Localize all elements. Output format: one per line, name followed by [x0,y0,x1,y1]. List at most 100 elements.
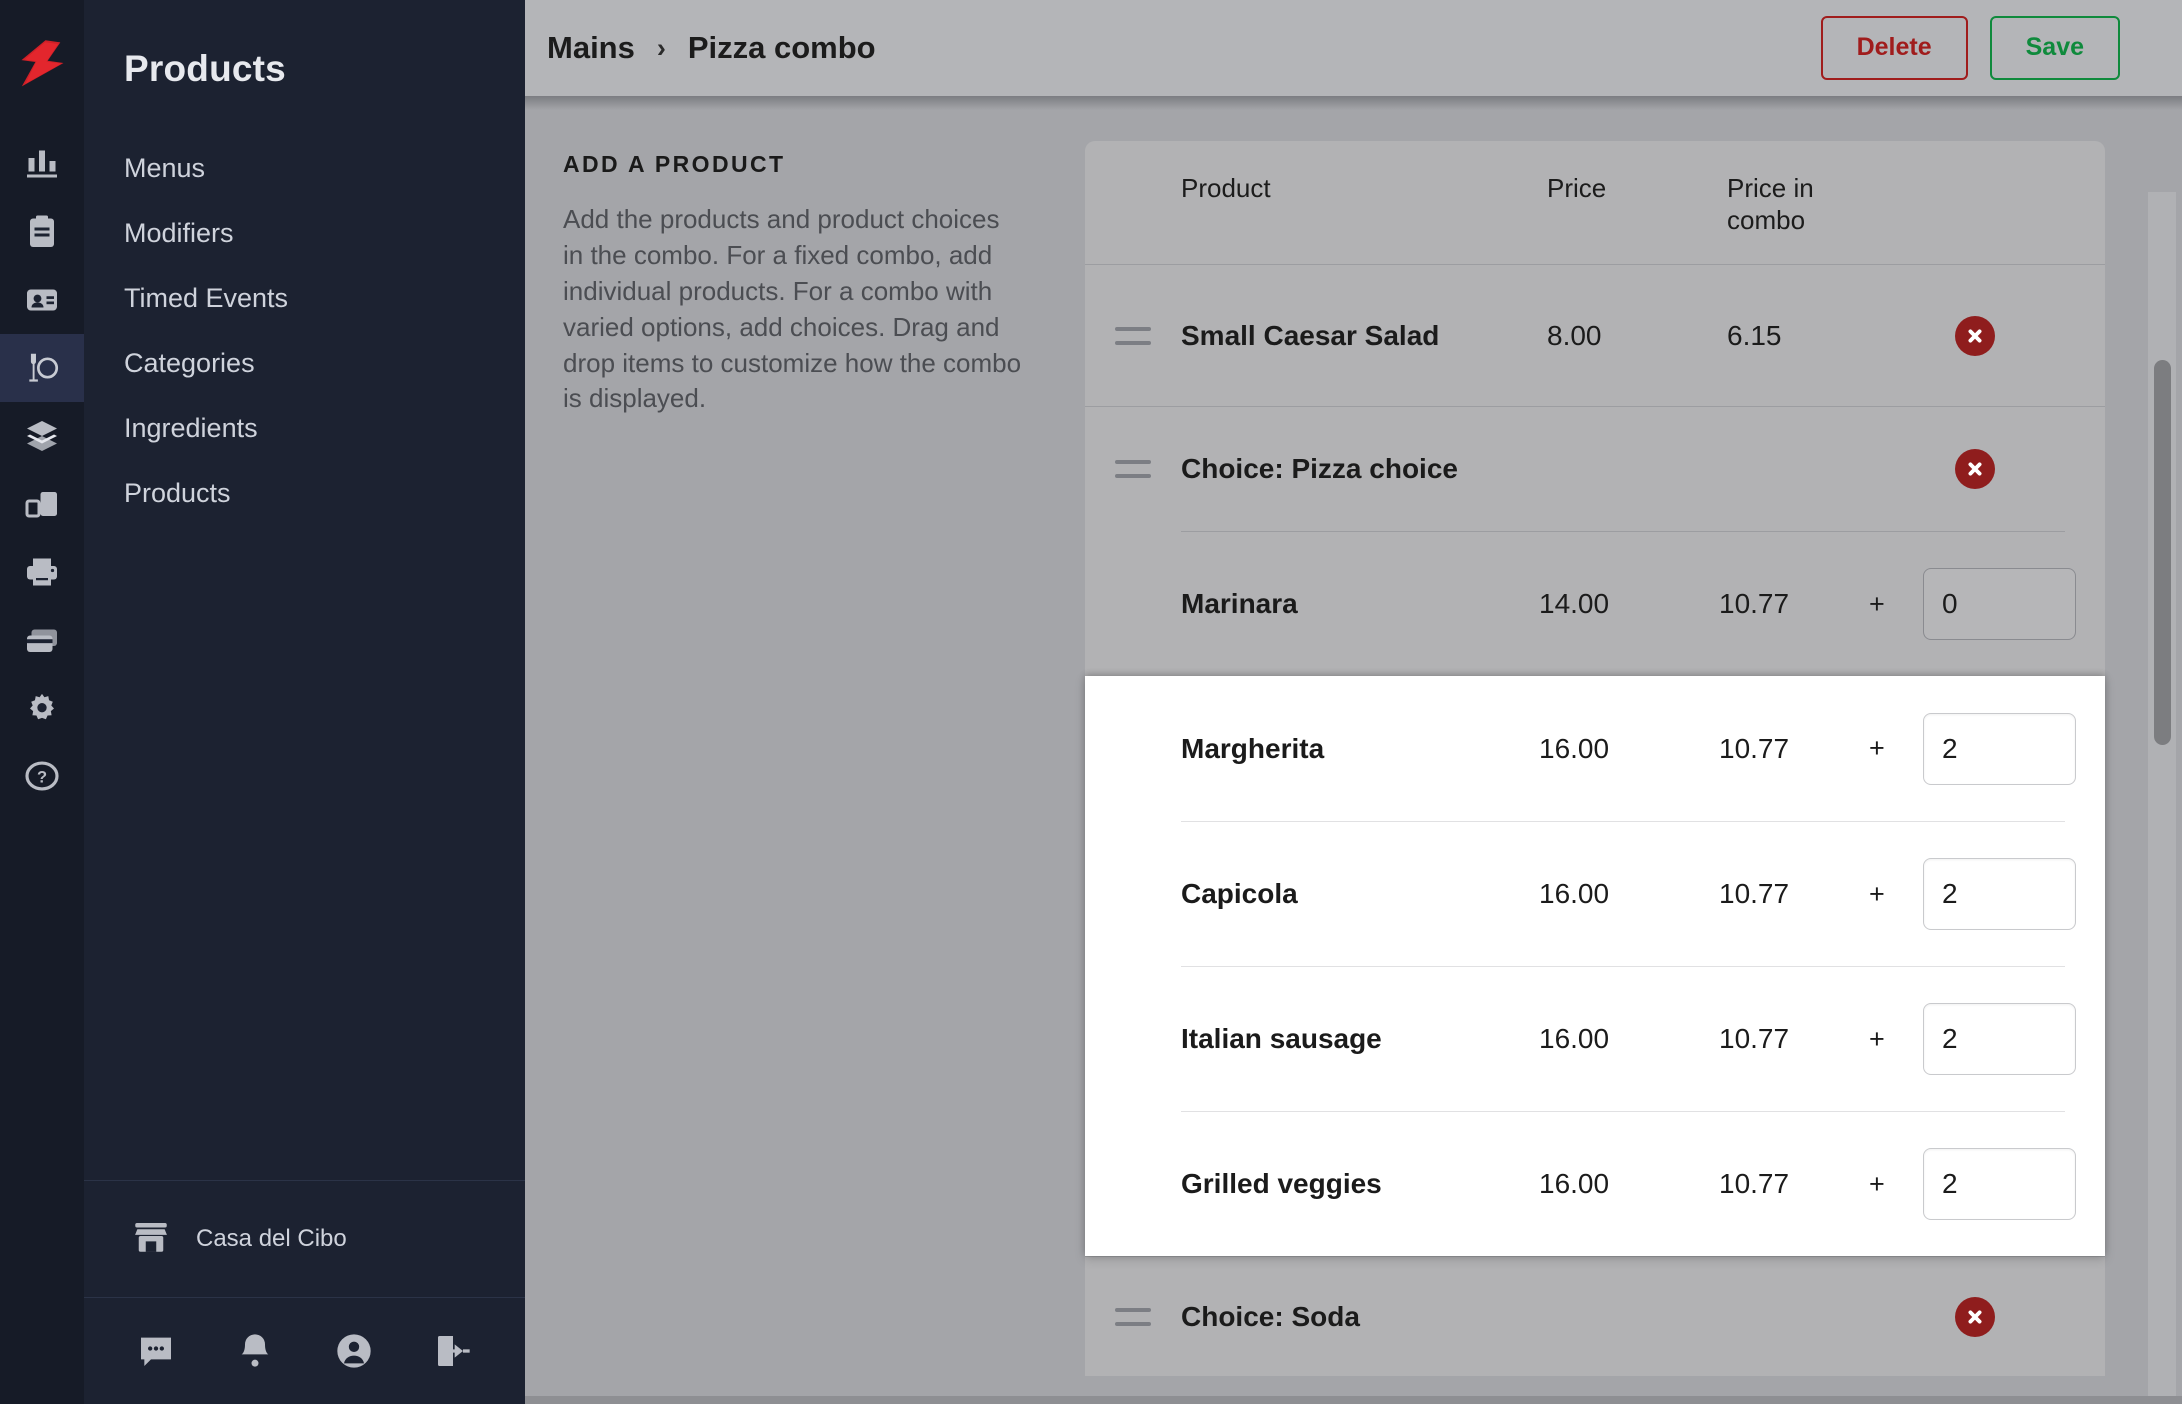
sidebar-title: Products [124,48,286,89]
rail-item-orders[interactable] [0,198,84,266]
option-name: Grilled veggies [1181,1168,1382,1200]
choice-title: Choice: Pizza choice [1181,453,1458,485]
sidebar-footer [84,1297,525,1404]
list-item[interactable]: Capicola 16.00 10.77 + [1181,821,2076,966]
plus-sign: + [1869,878,1885,909]
header-product: Product [1181,173,1271,203]
drag-handle-icon[interactable] [1085,1307,1181,1326]
content-area: ADD A PRODUCT Add the products and produ… [525,96,2182,1404]
row-actions [1931,315,2105,356]
sidebar-nav: Menus Modifiers Timed Events Categories … [84,136,525,526]
sidebar-item-menus[interactable]: Menus [84,136,525,201]
app-window: ? Products Menus Modifiers Timed Events … [0,0,2182,1404]
option-price-in-combo: 10.77 [1719,588,1790,620]
store-name: Casa del Cibo [196,1225,347,1252]
rail-item-settings[interactable] [0,674,84,742]
option-name: Marinara [1181,588,1298,620]
option-price-in-combo: 10.77 [1719,1168,1790,1200]
vertical-scrollbar[interactable] [2148,192,2176,1404]
option-name: Margherita [1181,732,1325,764]
rail-item-inventory[interactable] [0,402,84,470]
section-description: ADD A PRODUCT Add the products and produ… [525,141,1085,1404]
breadcrumb-current: Pizza combo [687,30,876,65]
chat-icon[interactable] [121,1316,191,1386]
row-price-in-combo: 6.15 [1727,319,1782,351]
option-qty-input[interactable] [1923,1003,2076,1076]
option-qty-input[interactable] [1923,712,2076,785]
option-price: 16.00 [1539,732,1610,764]
list-item[interactable]: Grilled veggies 16.00 10.77 + [1181,1111,2076,1256]
logout-icon[interactable] [418,1316,488,1386]
vertical-scrollbar-thumb[interactable] [2154,360,2171,745]
option-price-in-combo: 10.77 [1719,878,1790,910]
svg-text:?: ? [37,769,47,787]
sidebar-item-modifiers[interactable]: Modifiers [84,201,525,266]
plus-sign: + [1869,733,1885,764]
topbar: Mains › Pizza combo Delete Save [525,0,2182,110]
option-price: 16.00 [1539,878,1610,910]
option-name: Italian sausage [1181,1023,1382,1055]
drag-handle-icon[interactable] [1085,460,1181,479]
plus-sign: + [1869,1168,1885,1199]
option-name: Capicola [1181,878,1298,910]
store-icon [130,1216,172,1263]
products-card: Product Price Price in combo Small Caesa… [1085,141,2105,1377]
breadcrumb-parent[interactable]: Mains [547,30,635,66]
chevron-right-icon: › [656,32,666,63]
option-qty-input[interactable] [1923,858,2076,931]
sidebar-item-timed-events[interactable]: Timed Events [84,266,525,331]
row-product-name: Small Caesar Salad [1181,319,1440,351]
lightspeed-logo[interactable] [0,0,84,130]
option-price-in-combo: 10.77 [1719,1023,1790,1055]
option-price: 16.00 [1539,1023,1610,1055]
header-price: Price [1547,173,1607,203]
rail-item-customers[interactable] [0,266,84,334]
delete-icon[interactable] [1955,449,1995,490]
rail-item-reports[interactable] [0,130,84,198]
list-item[interactable]: Marinara 14.00 10.77 + [1181,531,2076,676]
store-selector[interactable]: Casa del Cibo [84,1180,525,1297]
row-price: 8.00 [1547,319,1602,351]
plus-sign: + [1869,1023,1885,1054]
save-button[interactable]: Save [1989,16,2120,80]
drag-handle-icon[interactable] [1085,326,1181,345]
delete-icon[interactable] [1955,315,1995,356]
rail-item-help[interactable]: ? [0,742,84,810]
list-item[interactable]: Italian sausage 16.00 10.77 + [1181,966,2076,1111]
delete-icon[interactable] [1955,1296,1995,1337]
sidebar: Products Menus Modifiers Timed Events Ca… [84,0,525,1404]
section-help-text: Add the products and product choices in … [563,204,1022,414]
option-price: 14.00 [1539,588,1610,620]
main-area: Mains › Pizza combo Delete Save ADD A PR… [525,0,2182,1404]
sidebar-filler [84,526,525,1180]
highlighted-options-block: Margherita 16.00 10.77 + Capicola 16.00 … [1085,676,2105,1257]
choice-header-soda[interactable]: Choice: Soda [1085,1256,2105,1376]
sidebar-item-products[interactable]: Products [84,461,525,526]
header-price-in-combo: Price in combo [1727,173,1814,235]
horizontal-scrollbar[interactable] [525,1396,2182,1404]
choice-options-grey: Marinara 14.00 10.77 + [1085,531,2105,676]
option-qty-input[interactable] [1923,568,2076,641]
rail-item-payments[interactable] [0,606,84,674]
section-title: ADD A PRODUCT [563,151,786,177]
list-item[interactable]: Margherita 16.00 10.77 + [1181,676,2076,821]
choice-header-pizza[interactable]: Choice: Pizza choice [1085,407,2105,531]
rail-bottom-spacer [0,1300,84,1404]
table-header: Product Price Price in combo [1085,141,2105,266]
choice-title: Choice: Soda [1181,1300,1360,1332]
sidebar-item-categories[interactable]: Categories [84,331,525,396]
rail-item-printers[interactable] [0,538,84,606]
delete-button[interactable]: Delete [1820,16,1968,80]
plus-sign: + [1869,588,1885,619]
option-price: 16.00 [1539,1168,1610,1200]
rail-item-products[interactable] [0,334,84,402]
sidebar-item-ingredients[interactable]: Ingredients [84,396,525,461]
rail-item-devices[interactable] [0,470,84,538]
topbar-actions: Delete Save [1820,16,2120,80]
account-icon[interactable] [319,1316,389,1386]
table-row[interactable]: Small Caesar Salad 8.00 6.15 [1085,265,2105,408]
breadcrumb: Mains › Pizza combo [547,30,876,66]
icon-rail: ? [0,0,84,1404]
bell-icon[interactable] [220,1316,290,1386]
option-qty-input[interactable] [1923,1148,2076,1221]
